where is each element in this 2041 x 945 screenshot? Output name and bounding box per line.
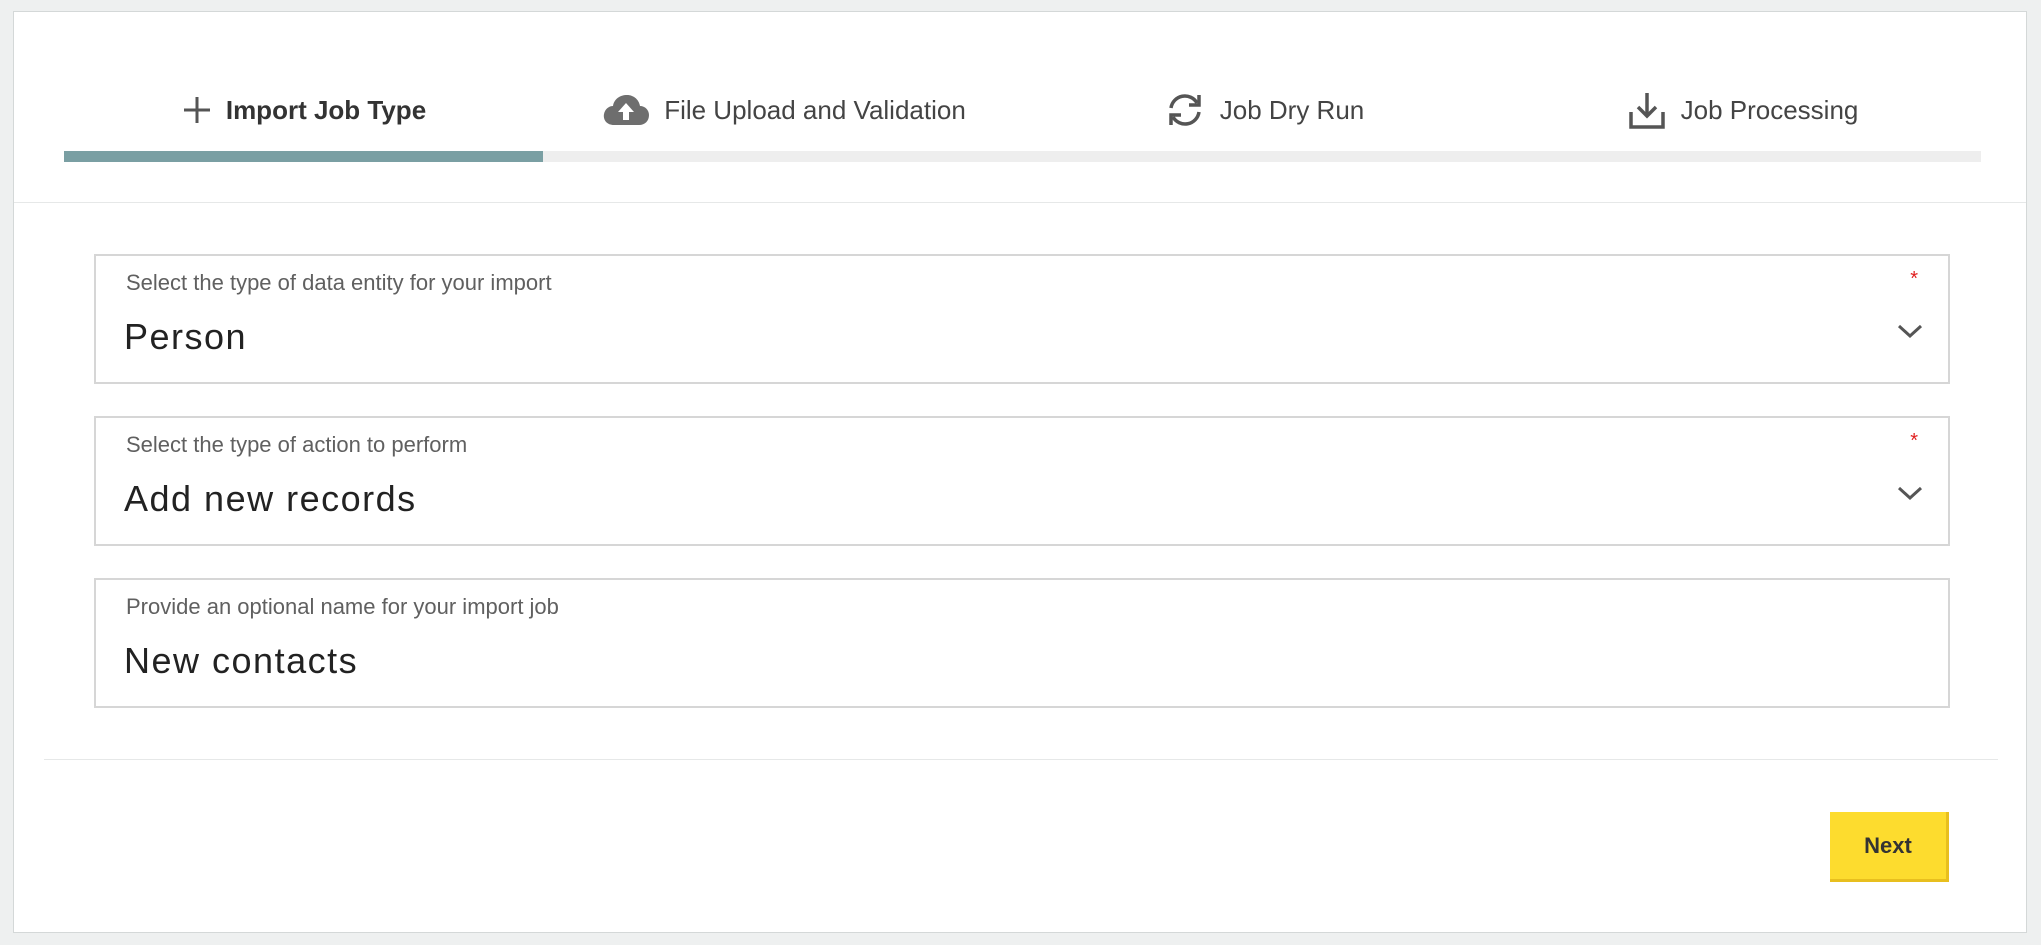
entity-type-label: Select the type of data entity for your …	[126, 270, 552, 295]
job-name-field[interactable]: Provide an optional name for your import…	[94, 578, 1950, 708]
required-marker: *	[1910, 268, 1918, 290]
entity-type-select[interactable]: Select the type of data entity for your …	[94, 254, 1950, 384]
step-label: Import Job Type	[225, 94, 427, 125]
download-icon	[1627, 90, 1667, 130]
step-label: File Upload and Validation	[664, 94, 966, 125]
job-name-value[interactable]: New contacts	[124, 640, 358, 682]
step-job-processing[interactable]: Job Processing	[1504, 80, 1981, 140]
step-file-upload[interactable]: File Upload and Validation	[544, 80, 1024, 140]
header-divider	[14, 202, 2026, 203]
action-type-label: Select the type of action to perform	[126, 432, 468, 457]
cloud-upload-icon	[602, 93, 650, 127]
plus-icon	[182, 95, 212, 125]
refresh-icon	[1164, 91, 1206, 129]
import-wizard: Import Job Type File Upload and Validati…	[13, 11, 2027, 933]
chevron-down-icon	[1897, 324, 1923, 339]
wizard-stepper: Import Job Type File Upload and Validati…	[64, 12, 1981, 162]
action-type-select[interactable]: Select the type of action to perform * A…	[94, 416, 1950, 546]
chevron-down-icon	[1897, 486, 1923, 501]
progress-track	[64, 151, 1981, 162]
required-marker: *	[1910, 430, 1918, 452]
stepper-steps: Import Job Type File Upload and Validati…	[64, 80, 1981, 140]
entity-type-value: Person	[124, 316, 248, 357]
job-name-label: Provide an optional name for your import…	[126, 594, 559, 619]
action-type-value: Add new records	[124, 478, 417, 519]
next-button[interactable]: Next	[1830, 812, 1949, 882]
step-job-dry-run[interactable]: Job Dry Run	[1024, 80, 1504, 140]
step-import-job-type[interactable]: Import Job Type	[64, 80, 544, 140]
progress-fill	[64, 151, 544, 162]
footer-divider	[44, 759, 1998, 760]
step-label: Job Processing	[1680, 94, 1859, 125]
step-label: Job Dry Run	[1219, 94, 1365, 125]
